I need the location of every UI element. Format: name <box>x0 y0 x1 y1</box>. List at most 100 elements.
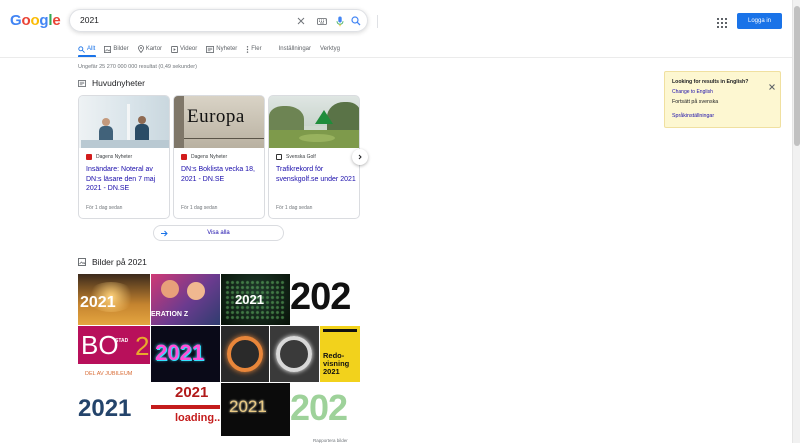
news-card[interactable]: Europa Dagens Nyheter DN:s Boklista veck… <box>173 95 265 219</box>
logo-letter: o <box>21 12 31 29</box>
tab-label: Fler <box>251 46 262 52</box>
apps-grid-icon[interactable] <box>717 15 727 28</box>
language-settings-link[interactable]: Språkinställningar <box>672 113 714 119</box>
news-source: Svenska Golf <box>276 154 316 160</box>
image-text: 2021 <box>229 397 267 416</box>
tab-more[interactable]: Fler <box>246 43 262 55</box>
tab-images[interactable]: Bilder <box>104 43 129 55</box>
news-headline[interactable]: DN:s Boklista vecka 18, 2021 - DN.SE <box>181 165 263 184</box>
source-name: Svenska Golf <box>286 154 316 160</box>
tab-settings[interactable]: Inställningar <box>279 43 311 55</box>
section-title: Bilder på 2021 <box>92 257 147 267</box>
image-result[interactable]: 2021 <box>221 383 290 436</box>
tab-news[interactable]: Nyheter <box>206 43 237 55</box>
news-timestamp: För 1 dag sedan <box>181 205 218 211</box>
image-text: 2021 <box>155 340 204 365</box>
section-title: Huvudnyheter <box>92 78 145 88</box>
tab-videos[interactable]: Videor <box>171 43 197 55</box>
login-button[interactable]: Logga in <box>737 13 782 29</box>
image-text: loading.. <box>175 412 220 424</box>
news-timestamp: För 1 dag sedan <box>276 205 313 211</box>
image-result[interactable]: 2021 <box>78 274 150 325</box>
logo-letter: G <box>10 12 22 29</box>
tab-label: Nyheter <box>216 46 238 52</box>
news-card[interactable]: Svenska Golf Trafikrekord för svenskgolf… <box>268 95 360 219</box>
dn-logo-icon <box>86 154 92 160</box>
carousel-next-button[interactable] <box>352 149 368 165</box>
tab-all[interactable]: Allt <box>78 43 95 55</box>
tab-maps[interactable]: Kartor <box>137 43 163 55</box>
map-pin-icon <box>137 45 144 53</box>
news-headline[interactable]: Insändare: Noteral av DN:s läsare den 7 … <box>86 165 168 194</box>
more-icon <box>247 45 249 53</box>
change-to-english-link[interactable]: Change to English <box>672 89 713 95</box>
report-images-link[interactable]: Rapportera bilder <box>313 438 348 443</box>
page-scrollbar[interactable] <box>792 0 800 443</box>
result-stats: Ungefär 25 270 000 000 resultat (0,49 se… <box>78 64 197 70</box>
view-all-label: Visa alla <box>207 230 230 236</box>
news-thumbnail[interactable] <box>269 96 359 148</box>
clear-icon[interactable] <box>294 14 308 28</box>
scrollbar-thumb[interactable] <box>794 6 800 146</box>
search-tabs: Allt Bilder Kartor Videor Nyheter Fler I… <box>78 42 349 56</box>
news-source: Dagens Nyheter <box>86 154 132 160</box>
close-icon[interactable] <box>768 78 776 90</box>
image-results-grid: 2021 ERATION Z 2021 202 BO STAD DEL AV J… <box>78 274 360 438</box>
image-text: 2021 <box>235 292 264 307</box>
continue-swedish-link[interactable]: Fortsätt på svenska <box>672 99 718 105</box>
search-icon <box>78 45 85 53</box>
video-icon <box>171 45 178 53</box>
image-result[interactable]: ERATION Z <box>151 274 220 325</box>
news-headline[interactable]: Trafikrekord för svenskgolf.se under 202… <box>276 165 358 184</box>
view-all-news-button[interactable]: Visa alla <box>153 225 284 241</box>
dn-logo-icon <box>181 154 187 160</box>
image-icon <box>78 258 86 266</box>
tab-label: Videor <box>180 46 198 52</box>
header-divider <box>0 57 792 58</box>
search-icon[interactable] <box>349 14 363 28</box>
news-card[interactable]: Dagens Nyheter Insändare: Noteral av DN:… <box>78 95 170 219</box>
tab-label: Bilder <box>113 46 129 52</box>
image-result[interactable] <box>270 326 319 382</box>
image-result[interactable]: 202 <box>291 274 360 325</box>
tab-tools[interactable]: Verktyg <box>320 43 340 55</box>
chevron-right-icon <box>358 154 362 160</box>
search-input[interactable]: 2021 <box>80 15 99 25</box>
image-result[interactable]: BO STAD DEL AV JUBILEUM 2 <box>78 326 150 382</box>
image-result[interactable]: 2021 <box>221 274 290 325</box>
image-text: STAD <box>115 338 129 344</box>
tab-label: Verktyg <box>320 46 341 52</box>
image-text: BO <box>81 330 119 360</box>
source-name: Dagens Nyheter <box>96 154 133 160</box>
image-result[interactable] <box>221 326 269 382</box>
image-result[interactable]: Redo- visning 2021 <box>320 326 360 382</box>
news-section-header: Huvudnyheter <box>78 78 145 88</box>
image-text: 202 <box>291 276 351 318</box>
image-text: 2021 <box>323 367 340 376</box>
news-icon <box>78 79 86 87</box>
image-text: 2021 <box>80 294 116 311</box>
image-result[interactable]: 202 <box>291 383 360 436</box>
image-result[interactable]: 2021 <box>151 326 220 382</box>
search-divider <box>377 15 378 28</box>
image-text: DEL AV JUBILEUM <box>85 371 133 377</box>
news-thumbnail[interactable]: Europa <box>174 96 264 148</box>
news-icon <box>206 45 215 53</box>
image-text: 2021 <box>78 395 132 422</box>
microphone-icon[interactable] <box>333 14 347 28</box>
image-result[interactable]: 2021 <box>78 383 150 436</box>
source-name: Dagens Nyheter <box>191 154 228 160</box>
image-text: 2021 <box>175 384 209 401</box>
google-logo[interactable]: Google <box>10 12 61 29</box>
news-thumbnail[interactable] <box>79 96 169 148</box>
image-result[interactable]: 2021 loading.. <box>151 383 220 436</box>
tab-label: Inställningar <box>278 46 311 52</box>
search-box[interactable]: 2021 <box>69 9 378 32</box>
book-cover-title: Europa <box>187 106 245 127</box>
logo-letter: e <box>52 12 61 29</box>
tab-label: Allt <box>87 46 96 52</box>
logo-letter: o <box>30 12 40 29</box>
tab-label: Kartor <box>145 46 163 52</box>
keyboard-icon[interactable] <box>315 14 329 28</box>
logo-letter: g <box>39 12 49 29</box>
